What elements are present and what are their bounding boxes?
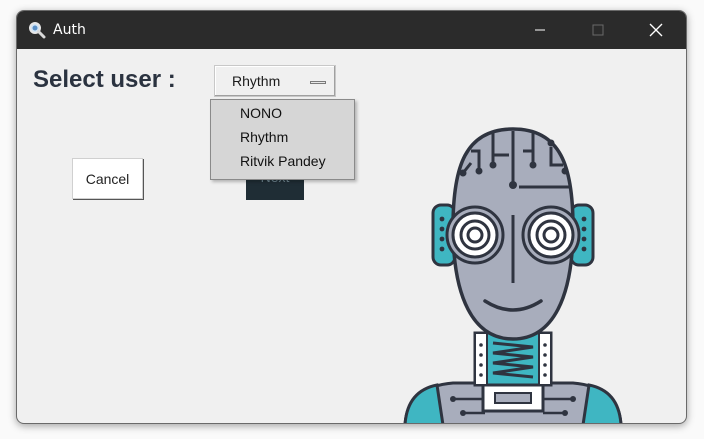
magnifier-icon bbox=[29, 22, 46, 39]
user-select-value: Rhythm bbox=[232, 73, 281, 89]
title-bar[interactable]: Auth bbox=[17, 11, 686, 49]
dropdown-indicator-icon bbox=[310, 81, 326, 84]
user-select[interactable]: Rhythm bbox=[214, 65, 336, 97]
window-title: Auth bbox=[53, 22, 86, 38]
close-icon bbox=[649, 23, 663, 37]
auth-window: Auth Select user : Rhythm Cancel Next NO… bbox=[16, 10, 687, 424]
dropdown-option-rhythm[interactable]: Rhythm bbox=[240, 129, 288, 145]
close-button[interactable] bbox=[633, 11, 679, 49]
robot-illustration bbox=[403, 127, 623, 423]
select-user-label: Select user : bbox=[33, 66, 176, 93]
minimize-button[interactable] bbox=[517, 11, 563, 49]
user-dropdown-menu: NONO Rhythm Ritvik Pandey bbox=[210, 99, 355, 180]
dropdown-option-nono[interactable]: NONO bbox=[240, 105, 282, 121]
maximize-button[interactable] bbox=[575, 11, 621, 49]
maximize-icon bbox=[592, 24, 604, 36]
dropdown-option-ritvik-pandey[interactable]: Ritvik Pandey bbox=[240, 153, 326, 169]
minimize-icon bbox=[535, 29, 545, 31]
cancel-button[interactable]: Cancel bbox=[72, 158, 143, 199]
